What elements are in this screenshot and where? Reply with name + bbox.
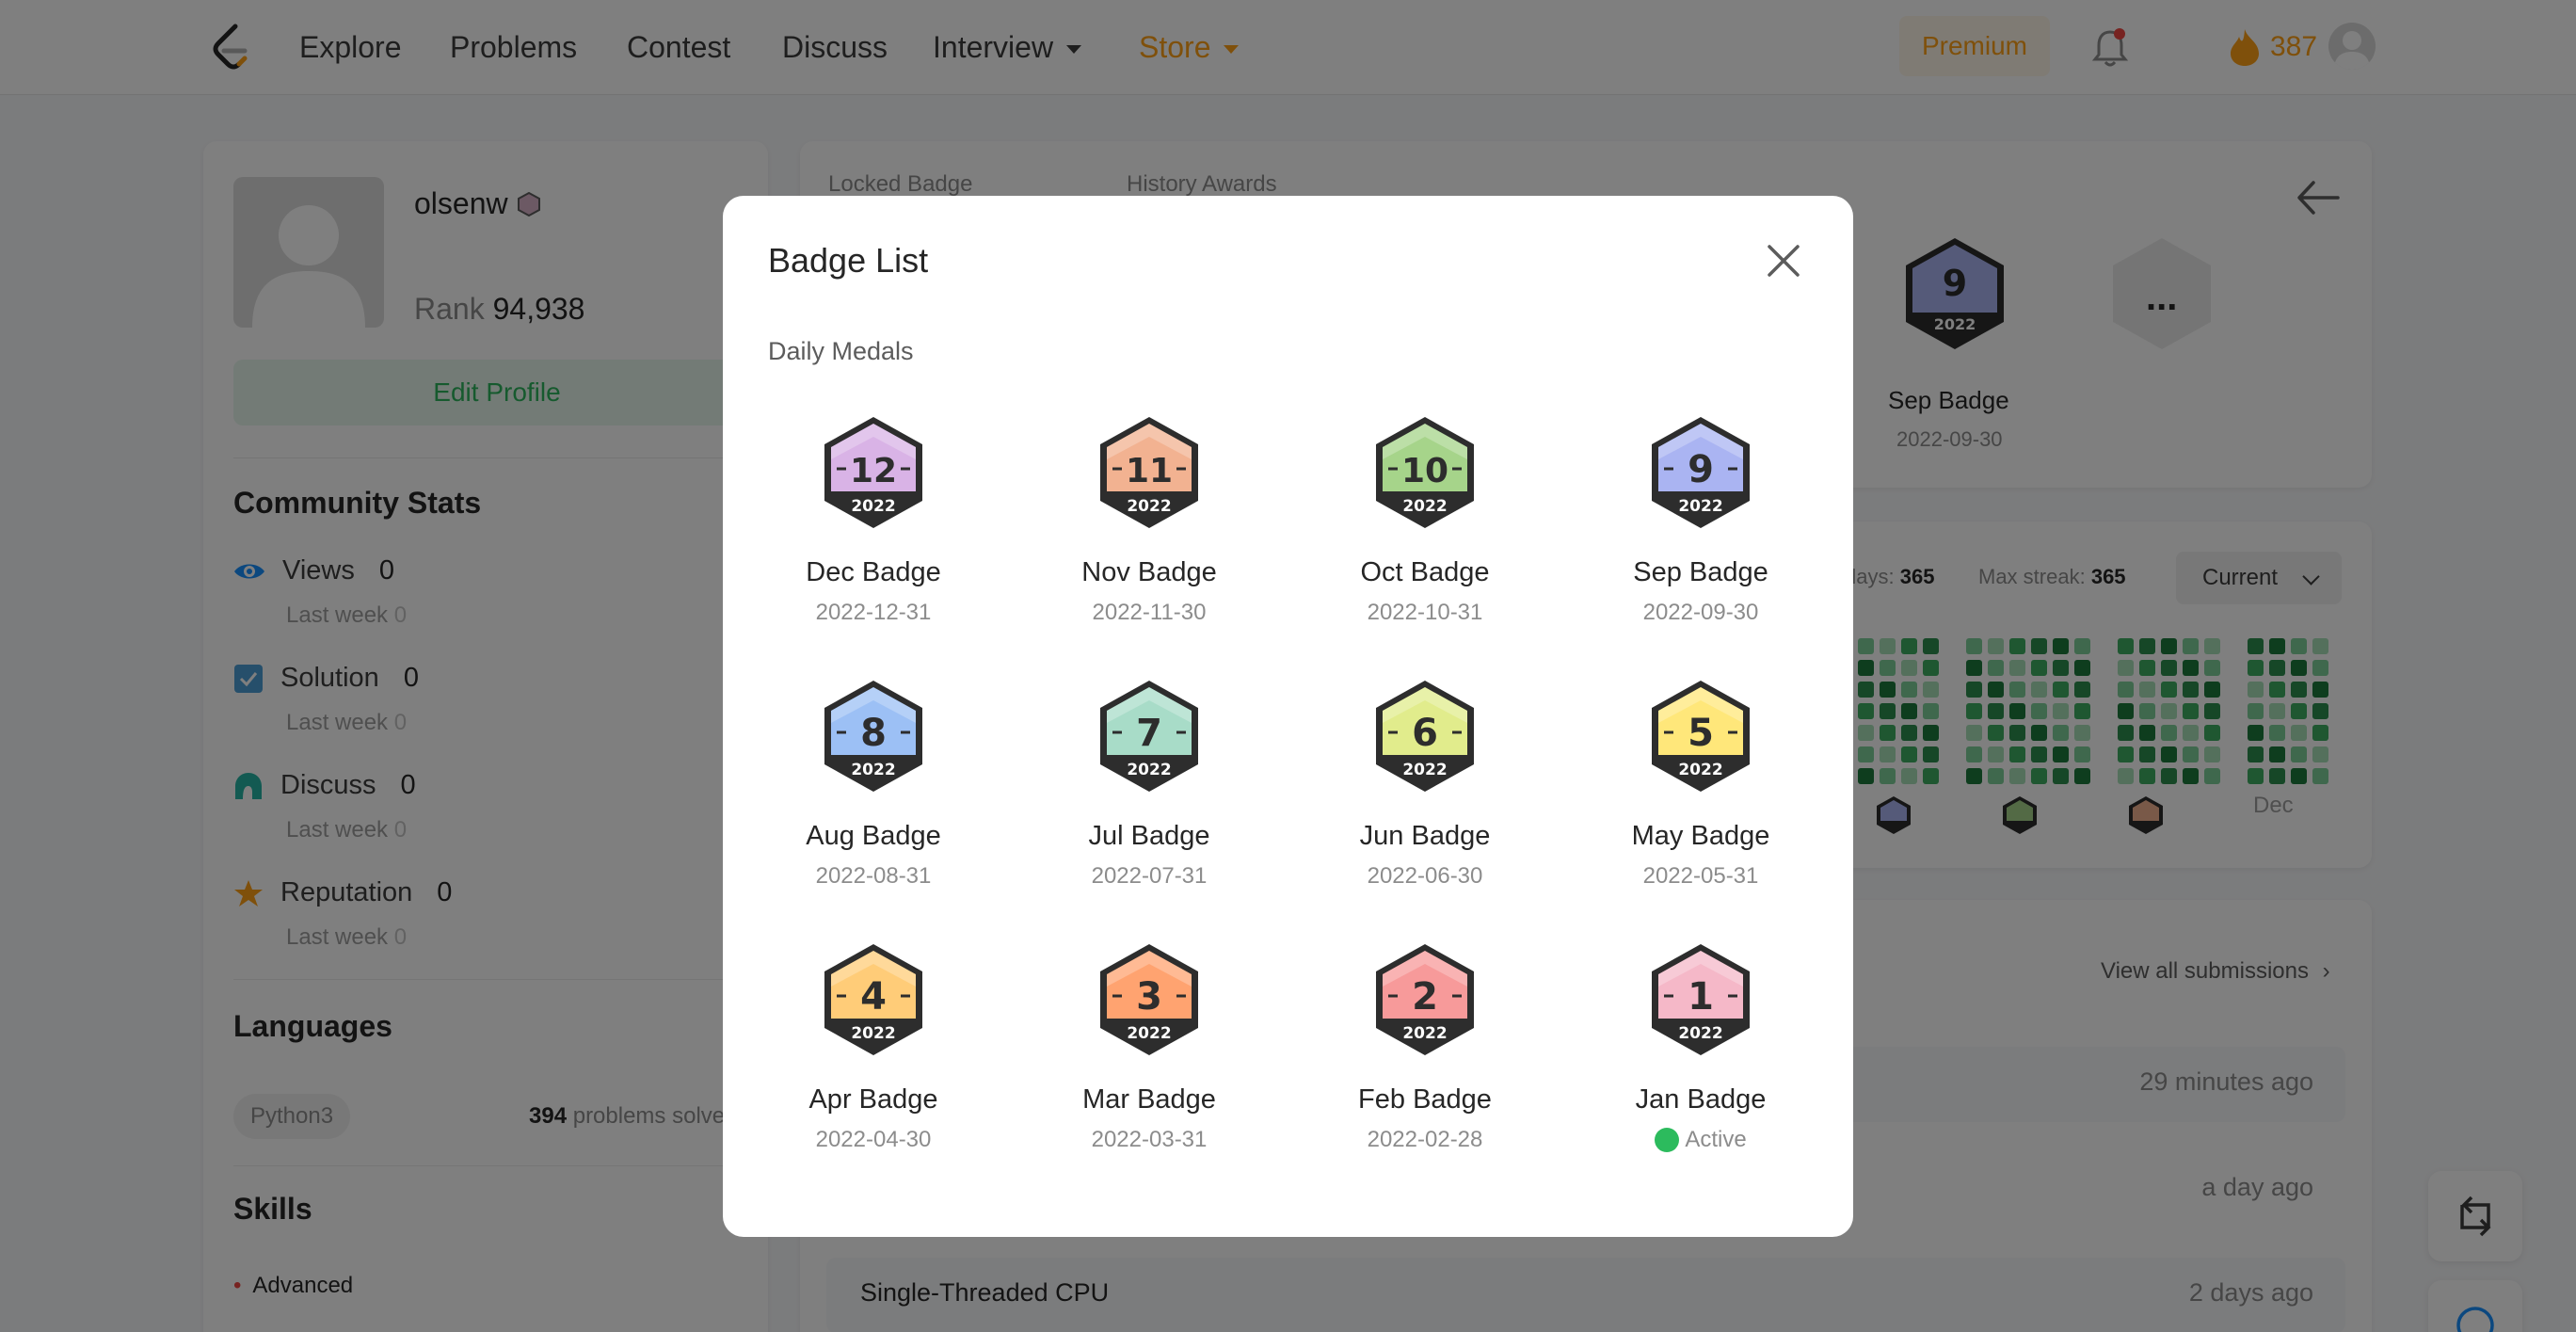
badge-hex-icon: 9 2022 — [1652, 417, 1750, 528]
badge-date: 2022-06-30 — [1367, 863, 1483, 889]
badge-year: 2022 — [851, 761, 895, 779]
badge-date: 2022-03-31 — [1091, 1127, 1208, 1152]
badge-year: 2022 — [1127, 1024, 1171, 1043]
badge-name: Nov Badge — [1081, 557, 1217, 587]
badge-hex-icon: 8 2022 — [824, 681, 922, 792]
section-daily-medals: Daily Medals — [768, 337, 914, 365]
badge-number: 9 — [1688, 448, 1714, 491]
badge-date: 2022-09-30 — [1642, 600, 1759, 625]
badge-hex-icon: 4 2022 — [824, 944, 922, 1055]
badge-year: 2022 — [1678, 1024, 1722, 1043]
badge-year: 2022 — [1402, 1024, 1447, 1043]
badge-name: Aug Badge — [806, 821, 941, 851]
badge-name: Dec Badge — [806, 557, 941, 587]
badge-item[interactable]: 1 2022 Jan Badge Active — [1588, 941, 1814, 1220]
badge-item[interactable]: 7 2022 Jul Badge 2022-07-31 — [1036, 678, 1262, 913]
check-circle-icon — [1655, 1128, 1736, 1220]
close-icon[interactable] — [1764, 241, 1803, 281]
badge-date: 2022-07-31 — [1091, 863, 1208, 889]
badge-hex-icon: 5 2022 — [1652, 681, 1750, 792]
badge-year: 2022 — [1678, 761, 1722, 779]
badge-active-status: Active — [1588, 1127, 1814, 1220]
badge-number: 5 — [1688, 712, 1714, 755]
badge-date: 2022-12-31 — [815, 600, 932, 625]
badge-name: Jan Badge — [1635, 1084, 1767, 1115]
badge-number: 2 — [1412, 975, 1438, 1019]
badge-hex-icon: 3 2022 — [1100, 944, 1198, 1055]
badge-item[interactable]: 6 2022 Jun Badge 2022-06-30 — [1312, 678, 1538, 913]
badge-item[interactable]: 3 2022 Mar Badge 2022-03-31 — [1036, 941, 1262, 1177]
badge-year: 2022 — [851, 1024, 895, 1043]
badge-date: 2022-11-30 — [1092, 600, 1207, 625]
badge-hex-icon: 12 2022 — [824, 417, 922, 528]
badge-hex-icon: 11 2022 — [1100, 417, 1198, 528]
badge-item[interactable]: 12 2022 Dec Badge 2022-12-31 — [760, 414, 986, 650]
badge-year: 2022 — [851, 497, 895, 516]
badge-hex-icon: 10 2022 — [1376, 417, 1474, 528]
badge-date: 2022-02-28 — [1367, 1127, 1483, 1152]
badge-number: 4 — [860, 975, 887, 1019]
badge-number: 11 — [1126, 452, 1173, 490]
badge-date: 2022-10-31 — [1367, 600, 1483, 625]
badge-item[interactable]: 11 2022 Nov Badge 2022-11-30 — [1036, 414, 1262, 650]
badge-number: 8 — [860, 712, 887, 755]
badge-date: 2022-05-31 — [1642, 863, 1759, 889]
badge-number: 10 — [1401, 452, 1448, 490]
badge-number: 1 — [1688, 975, 1714, 1019]
badge-item[interactable]: 10 2022 Oct Badge 2022-10-31 — [1312, 414, 1538, 650]
badge-year: 2022 — [1127, 497, 1171, 516]
badge-date: 2022-04-30 — [815, 1127, 932, 1152]
badge-item[interactable]: 9 2022 Sep Badge 2022-09-30 — [1588, 414, 1814, 650]
badge-name: Jun Badge — [1359, 821, 1491, 851]
badge-hex-icon: 1 2022 — [1652, 944, 1750, 1055]
badge-name: Mar Badge — [1082, 1084, 1216, 1115]
badge-year: 2022 — [1402, 761, 1447, 779]
badge-number: 7 — [1136, 712, 1162, 755]
badge-name: Jul Badge — [1088, 821, 1210, 851]
badge-item[interactable]: 8 2022 Aug Badge 2022-08-31 — [760, 678, 986, 913]
badge-list-modal: Badge List Daily Medals 12 2022 Dec Badge 2… — [723, 196, 1853, 1237]
badge-item[interactable]: 5 2022 May Badge 2022-05-31 — [1588, 678, 1814, 913]
badge-item[interactable]: 4 2022 Apr Badge 2022-04-30 — [760, 941, 986, 1177]
badge-number: 12 — [850, 452, 897, 490]
badge-name: May Badge — [1631, 821, 1770, 851]
badge-hex-icon: 6 2022 — [1376, 681, 1474, 792]
badge-hex-icon: 2 2022 — [1376, 944, 1474, 1055]
badge-number: 3 — [1136, 975, 1162, 1019]
badge-name: Oct Badge — [1360, 557, 1490, 587]
badge-number: 6 — [1412, 712, 1438, 755]
badge-year: 2022 — [1678, 497, 1722, 516]
badge-year: 2022 — [1402, 497, 1447, 516]
badge-year: 2022 — [1127, 761, 1171, 779]
badge-date: 2022-08-31 — [815, 863, 932, 889]
badge-hex-icon: 7 2022 — [1100, 681, 1198, 792]
badge-name: Feb Badge — [1358, 1084, 1492, 1115]
badge-name: Apr Badge — [808, 1084, 938, 1115]
modal-title: Badge List — [768, 241, 929, 280]
badge-item[interactable]: 2 2022 Feb Badge 2022-02-28 — [1312, 941, 1538, 1177]
badge-name: Sep Badge — [1633, 557, 1768, 587]
